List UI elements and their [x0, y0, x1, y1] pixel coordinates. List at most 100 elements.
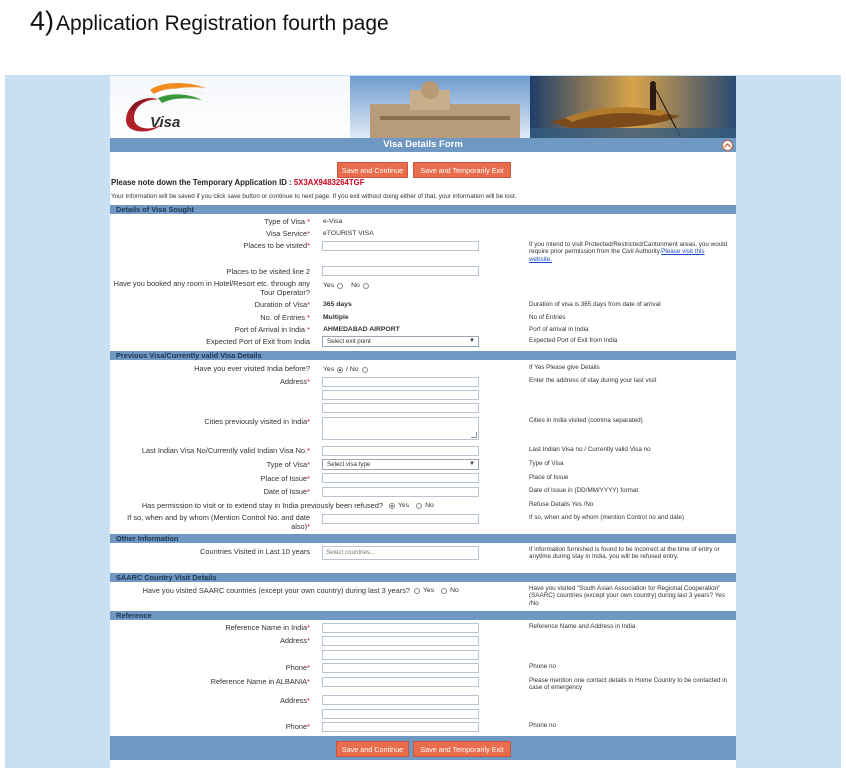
- prev-visa-no-input[interactable]: [322, 446, 479, 456]
- ref-india-address-label: Address*: [279, 636, 310, 645]
- section-label: Other Information: [116, 534, 179, 543]
- prev-address-input-1[interactable]: [322, 377, 479, 387]
- place-of-issue-input[interactable]: [322, 473, 479, 483]
- ref-home-phone-help: Phone no: [529, 722, 556, 729]
- date-of-issue-input[interactable]: [322, 487, 479, 497]
- ref-india-phone-label: Phone*: [285, 663, 310, 672]
- visited-yes-radio[interactable]: [337, 366, 344, 373]
- evisa-logo: Visa: [120, 80, 230, 136]
- refused-yes-label: Yes: [398, 502, 410, 509]
- temporary-application-id: Please note down the Temporary Applicati…: [111, 178, 364, 187]
- saarc-yes-radio[interactable]: [414, 587, 420, 594]
- doc-caption: 4) Application Registration fourth page: [30, 6, 389, 42]
- prev-visa-type-label: Type of Visa*: [266, 460, 310, 469]
- saarc-help: Have you visited "South Asian Associatio…: [529, 585, 725, 607]
- visa-form-page: Visa Visa Details Form Save and Continue…: [110, 76, 736, 768]
- ref-india-phone-input[interactable]: [322, 663, 479, 673]
- entries-label: No. of Entries *: [260, 313, 310, 322]
- save-continue-button-top[interactable]: Save and Continue: [337, 162, 408, 178]
- ref-home-phone-input[interactable]: [322, 722, 479, 732]
- chevron-up-icon: [724, 143, 731, 148]
- type-of-visa-label: Type of Visa *: [264, 217, 311, 226]
- arrival-value: AHMEDABAD AIRPORT: [323, 326, 400, 333]
- control-no-input[interactable]: [322, 514, 479, 524]
- dropdown-caret-icon: ▼: [469, 338, 475, 344]
- ref-home-address-input-2[interactable]: [322, 709, 479, 719]
- cities-textarea[interactable]: [322, 417, 479, 440]
- refused-no-label: No: [425, 502, 434, 509]
- section-reference: Reference: [110, 611, 736, 620]
- collapse-icon[interactable]: [722, 140, 733, 151]
- temp-id-label: Please note down the Temporary Applicati…: [111, 178, 292, 187]
- countries-visited-help: If information furnished is found to be …: [529, 546, 720, 561]
- ref-india-address-input-1[interactable]: [322, 636, 479, 646]
- saarc-no-radio[interactable]: [441, 587, 448, 594]
- ref-india-name-input[interactable]: [322, 623, 479, 633]
- ref-home-name-label: Reference Name in ALBANIA*: [210, 677, 310, 686]
- exit-port-help: Expected Port of Exit from India: [529, 337, 618, 344]
- hotel-no-radio[interactable]: [362, 282, 369, 289]
- refused-yes-radio[interactable]: [389, 502, 395, 509]
- ref-india-name-label: Reference Name in India*: [225, 623, 310, 632]
- exit-port-selected: Select exit point: [327, 338, 371, 345]
- save-temp-exit-button-top[interactable]: Save and Temporarily Exit: [413, 162, 511, 178]
- places-visited-help: If you intend to visit Protected/Restric…: [529, 241, 728, 263]
- prev-address-input-2[interactable]: [322, 390, 479, 400]
- refused-label: Has permission to visit or to extend sta…: [141, 501, 383, 510]
- visited-no-radio[interactable]: [361, 366, 368, 373]
- control-no-help: If so, when and by whom (mention Control…: [529, 514, 685, 521]
- saarc-radios: Yes No: [414, 586, 459, 595]
- section-label: Reference: [116, 611, 152, 620]
- temp-id-value: 5X3AX9483264TGF: [293, 178, 365, 187]
- control-no-label: If so, when and by whom (Mention Control…: [127, 513, 310, 531]
- date-of-issue-help: Date of Issue in (DD/MM/YYYY) format: [529, 487, 639, 494]
- ref-india-phone-help: Phone no: [529, 663, 556, 670]
- countries-visited-input[interactable]: Select countries...: [322, 546, 479, 560]
- banner-scene-image: [350, 76, 736, 138]
- hotel-yes-label: Yes: [323, 282, 335, 289]
- place-of-issue-help: Place of Issue: [529, 474, 569, 481]
- prev-address-input-3[interactable]: [322, 403, 479, 413]
- prev-address-help: Enter the address of stay during your la…: [529, 377, 657, 384]
- prev-visa-type-help: Type of Visa: [529, 460, 564, 467]
- arrival-label: Port of Arrival in India *: [234, 325, 310, 334]
- saarc-yes-label: Yes: [423, 587, 435, 594]
- section-previous-visa: Previous Visa/Currently valid Visa Detai…: [110, 351, 736, 360]
- ref-india-address-input-2[interactable]: [322, 650, 479, 660]
- ref-home-address-input-1[interactable]: [322, 695, 479, 705]
- places-visited-label: Places to be visited*: [243, 241, 310, 250]
- section-visa-sought: Details of Visa Sought: [110, 205, 736, 214]
- save-continue-button-bottom[interactable]: Save and Continue: [336, 741, 409, 757]
- place-of-issue-label: Place of Issue*: [260, 474, 310, 483]
- prev-visa-type-select[interactable]: Select visa type ▼: [322, 459, 479, 470]
- arrival-help: Port of arrival in India: [529, 326, 589, 333]
- places-line2-label: Places to be visited line 2: [226, 267, 310, 276]
- dropdown-caret-icon: ▼: [469, 461, 475, 467]
- prev-address-label: Address*: [279, 377, 310, 386]
- prev-visa-no-help: Last Indian Visa no / Currently valid Vi…: [529, 446, 651, 453]
- ref-home-name-input[interactable]: [322, 677, 479, 687]
- refused-no-radio[interactable]: [416, 502, 423, 509]
- ref-home-name-help: Please mention one contact details in Ho…: [529, 677, 728, 692]
- hotel-no-label: No: [351, 282, 360, 289]
- section-label: Previous Visa/Currently valid Visa Detai…: [116, 351, 262, 360]
- ref-home-address-label: Address*: [279, 696, 310, 705]
- ref-home-phone-label: Phone*: [285, 722, 310, 731]
- entries-value: Multiple: [323, 314, 349, 321]
- visa-service-value: eTOURIST VISA: [323, 230, 374, 237]
- exit-port-select[interactable]: Select exit point ▼: [322, 336, 479, 347]
- places-visited-input[interactable]: [322, 241, 479, 251]
- places-line2-input[interactable]: [322, 266, 479, 276]
- visited-before-label: Have you ever visited India before?: [194, 364, 310, 373]
- form-title: Visa Details Form: [383, 139, 463, 150]
- visited-yes-label: Yes: [323, 366, 335, 373]
- cities-label: Cities previously visited in India*: [204, 417, 310, 426]
- save-temp-exit-button-bottom[interactable]: Save and Temporarily Exit: [413, 741, 511, 757]
- form-title-bar: Visa Details Form: [110, 138, 736, 152]
- countries-visited-label: Countries Visited in Last 10 years: [200, 547, 310, 556]
- saarc-no-label: No: [450, 587, 459, 594]
- save-notice: Your Information will be saved if you cl…: [111, 193, 517, 200]
- section-other-info: Other Information: [110, 534, 736, 543]
- hotel-yes-radio[interactable]: [337, 282, 344, 289]
- visited-before-radios: Yes / No: [323, 365, 368, 374]
